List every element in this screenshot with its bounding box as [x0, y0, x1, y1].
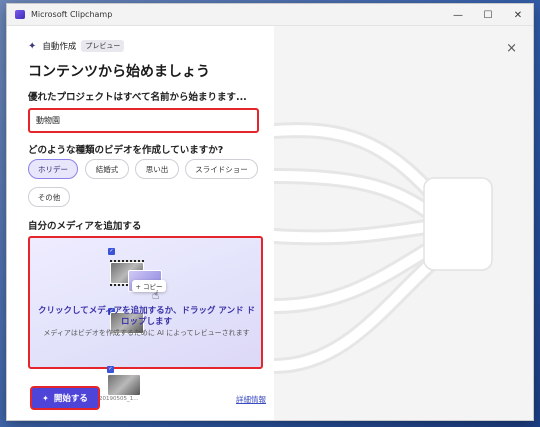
video-type-question: どのような種類のビデオを作成していますか?: [28, 145, 224, 156]
preview-badge: プレビュー: [81, 40, 125, 52]
cables-illustration: [274, 122, 493, 374]
auto-create-header: ✦ 自動作成 プレビュー: [28, 40, 125, 52]
hand-cursor-icon: ☝: [152, 288, 160, 302]
project-name-question: 優れたプロジェクトはすべて名前から始まります...: [28, 92, 247, 103]
title-bar: Microsoft Clipchamp — ☐ ✕: [7, 4, 533, 26]
chip-slideshow[interactable]: スライドショー: [185, 159, 258, 179]
add-media-heading: 自分のメディアを追加する: [28, 221, 142, 232]
clipchamp-window: Microsoft Clipchamp — ☐ ✕ ✦ 自動作成 プレビュー コ…: [6, 3, 534, 421]
close-dialog-button[interactable]: ×: [506, 41, 517, 56]
media-dropzone[interactable]: ✓ ✓ + コピー ☝ クリックしてメディアを追加するか、ドラッグ アンド ドロ…: [28, 236, 263, 369]
details-link[interactable]: 詳細情報: [236, 394, 266, 405]
file-name: 20190505_1...: [99, 396, 139, 402]
page-title: コンテンツから始めましょう: [28, 64, 210, 80]
start-button-label: 開始する: [53, 394, 88, 404]
dropzone-title: クリックしてメディアを追加するか、ドラッグ アンド ドロップします: [37, 306, 256, 327]
close-window-button[interactable]: ✕: [503, 4, 533, 26]
start-button[interactable]: ✦ 開始する: [30, 386, 100, 410]
window-controls: — ☐ ✕: [443, 4, 533, 26]
project-name-field-wrapper: [28, 108, 259, 133]
auto-create-panel: ✦ 自動作成 プレビュー コンテンツから始めましょう 優れたプロジェクトはすべて…: [7, 26, 274, 420]
auto-create-label: 自動作成: [42, 42, 77, 52]
illustration-panel: ×: [274, 26, 533, 420]
checkbox-icon: ✓: [108, 248, 115, 255]
copy-badge: + コピー: [132, 280, 166, 292]
chip-other[interactable]: その他: [28, 187, 70, 207]
clipchamp-logo-icon: [15, 10, 25, 19]
project-name-input[interactable]: [36, 116, 257, 125]
dropzone-subtitle: メディアはビデオを作成するために AI によってレビューされます: [43, 329, 250, 337]
chip-wedding[interactable]: 結婚式: [85, 159, 129, 179]
maximize-button[interactable]: ☐: [473, 4, 503, 26]
minimize-button[interactable]: —: [443, 4, 473, 26]
checkbox-icon: ✓: [107, 366, 114, 373]
video-thumbnail: [107, 374, 141, 396]
sparkle-icon: ✦: [28, 40, 37, 52]
sparkle-icon: ✦: [42, 393, 49, 403]
chip-holiday[interactable]: ホリデー: [28, 159, 78, 179]
chip-memories[interactable]: 思い出: [135, 159, 179, 179]
window-title: Microsoft Clipchamp: [31, 10, 113, 19]
